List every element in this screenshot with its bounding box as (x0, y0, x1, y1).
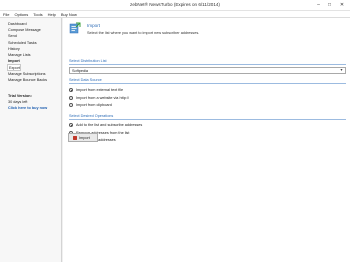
sidebar-item-import[interactable]: Import (0, 58, 61, 64)
radio-label: Import from external text file (76, 88, 124, 92)
main-panel: Import Select the list where you want to… (63, 18, 350, 262)
section-divider (69, 119, 346, 120)
page-description: Select the list where you want to import… (87, 31, 200, 35)
radio-button[interactable] (69, 103, 73, 107)
sidebar: Dashboard Compose Message Send Scheduled… (0, 18, 62, 262)
source-section: Select Data Source (69, 78, 346, 84)
operation-section: Select Desired Operations (69, 114, 346, 120)
radio-button[interactable] (69, 123, 73, 127)
radio-button[interactable] (69, 95, 73, 100)
maximize-icon[interactable]: □ (324, 0, 335, 10)
sidebar-item-export[interactable]: Export (7, 64, 21, 71)
import-icon (73, 135, 77, 140)
import-button-label: Import (79, 135, 90, 140)
section-divider (69, 83, 346, 84)
chevron-down-icon[interactable]: ▼ (339, 68, 344, 73)
distribution-list-value: Softpedia (72, 68, 89, 73)
menu-file[interactable]: File (3, 12, 9, 17)
radio-label: Import from a website via http:// (76, 95, 129, 100)
distribution-list-select[interactable]: Softpedia ▼ (69, 67, 346, 74)
menu-tools[interactable]: Tools (33, 12, 42, 17)
import-list-icon (69, 22, 81, 34)
page-title: Import (87, 23, 101, 28)
section-divider (69, 64, 346, 65)
operation-option-add[interactable]: Add to the list and subscribe addresses (69, 122, 142, 128)
window-title: zebNet® NewsTurbo (Expires on 6/11/2014) (130, 2, 220, 7)
radio-label: Add to the list and subscribe addresses (76, 123, 143, 127)
source-option-clipboard[interactable]: Import from clipboard (69, 102, 112, 108)
distribution-section: Select Distribution List (69, 59, 346, 65)
menu-options[interactable]: Options (14, 12, 28, 17)
source-option-text-file[interactable]: Import from external text file (69, 87, 123, 93)
title-bar: zebNet® NewsTurbo (Expires on 6/11/2014)… (0, 0, 350, 11)
sidebar-item-manage-bounce-backs[interactable]: Manage Bounce Backs (0, 77, 61, 83)
radio-label: Import from clipboard (76, 103, 112, 107)
menu-buy-now[interactable]: Buy Now (61, 12, 77, 17)
menu-help[interactable]: Help (48, 12, 56, 17)
menu-bar: File Options Tools Help Buy Now (0, 11, 350, 18)
buy-now-link[interactable]: Click here to buy now (8, 105, 61, 111)
window-controls: – □ ✕ (313, 0, 349, 11)
trial-box: Trial Version: 30 days left Click here t… (0, 93, 61, 111)
source-option-website[interactable]: Import from a website via http:// (69, 95, 129, 101)
radio-button[interactable] (69, 88, 73, 92)
minimize-icon[interactable]: – (313, 0, 324, 10)
close-icon[interactable]: ✕ (335, 0, 349, 10)
import-button[interactable]: Import (68, 133, 98, 142)
